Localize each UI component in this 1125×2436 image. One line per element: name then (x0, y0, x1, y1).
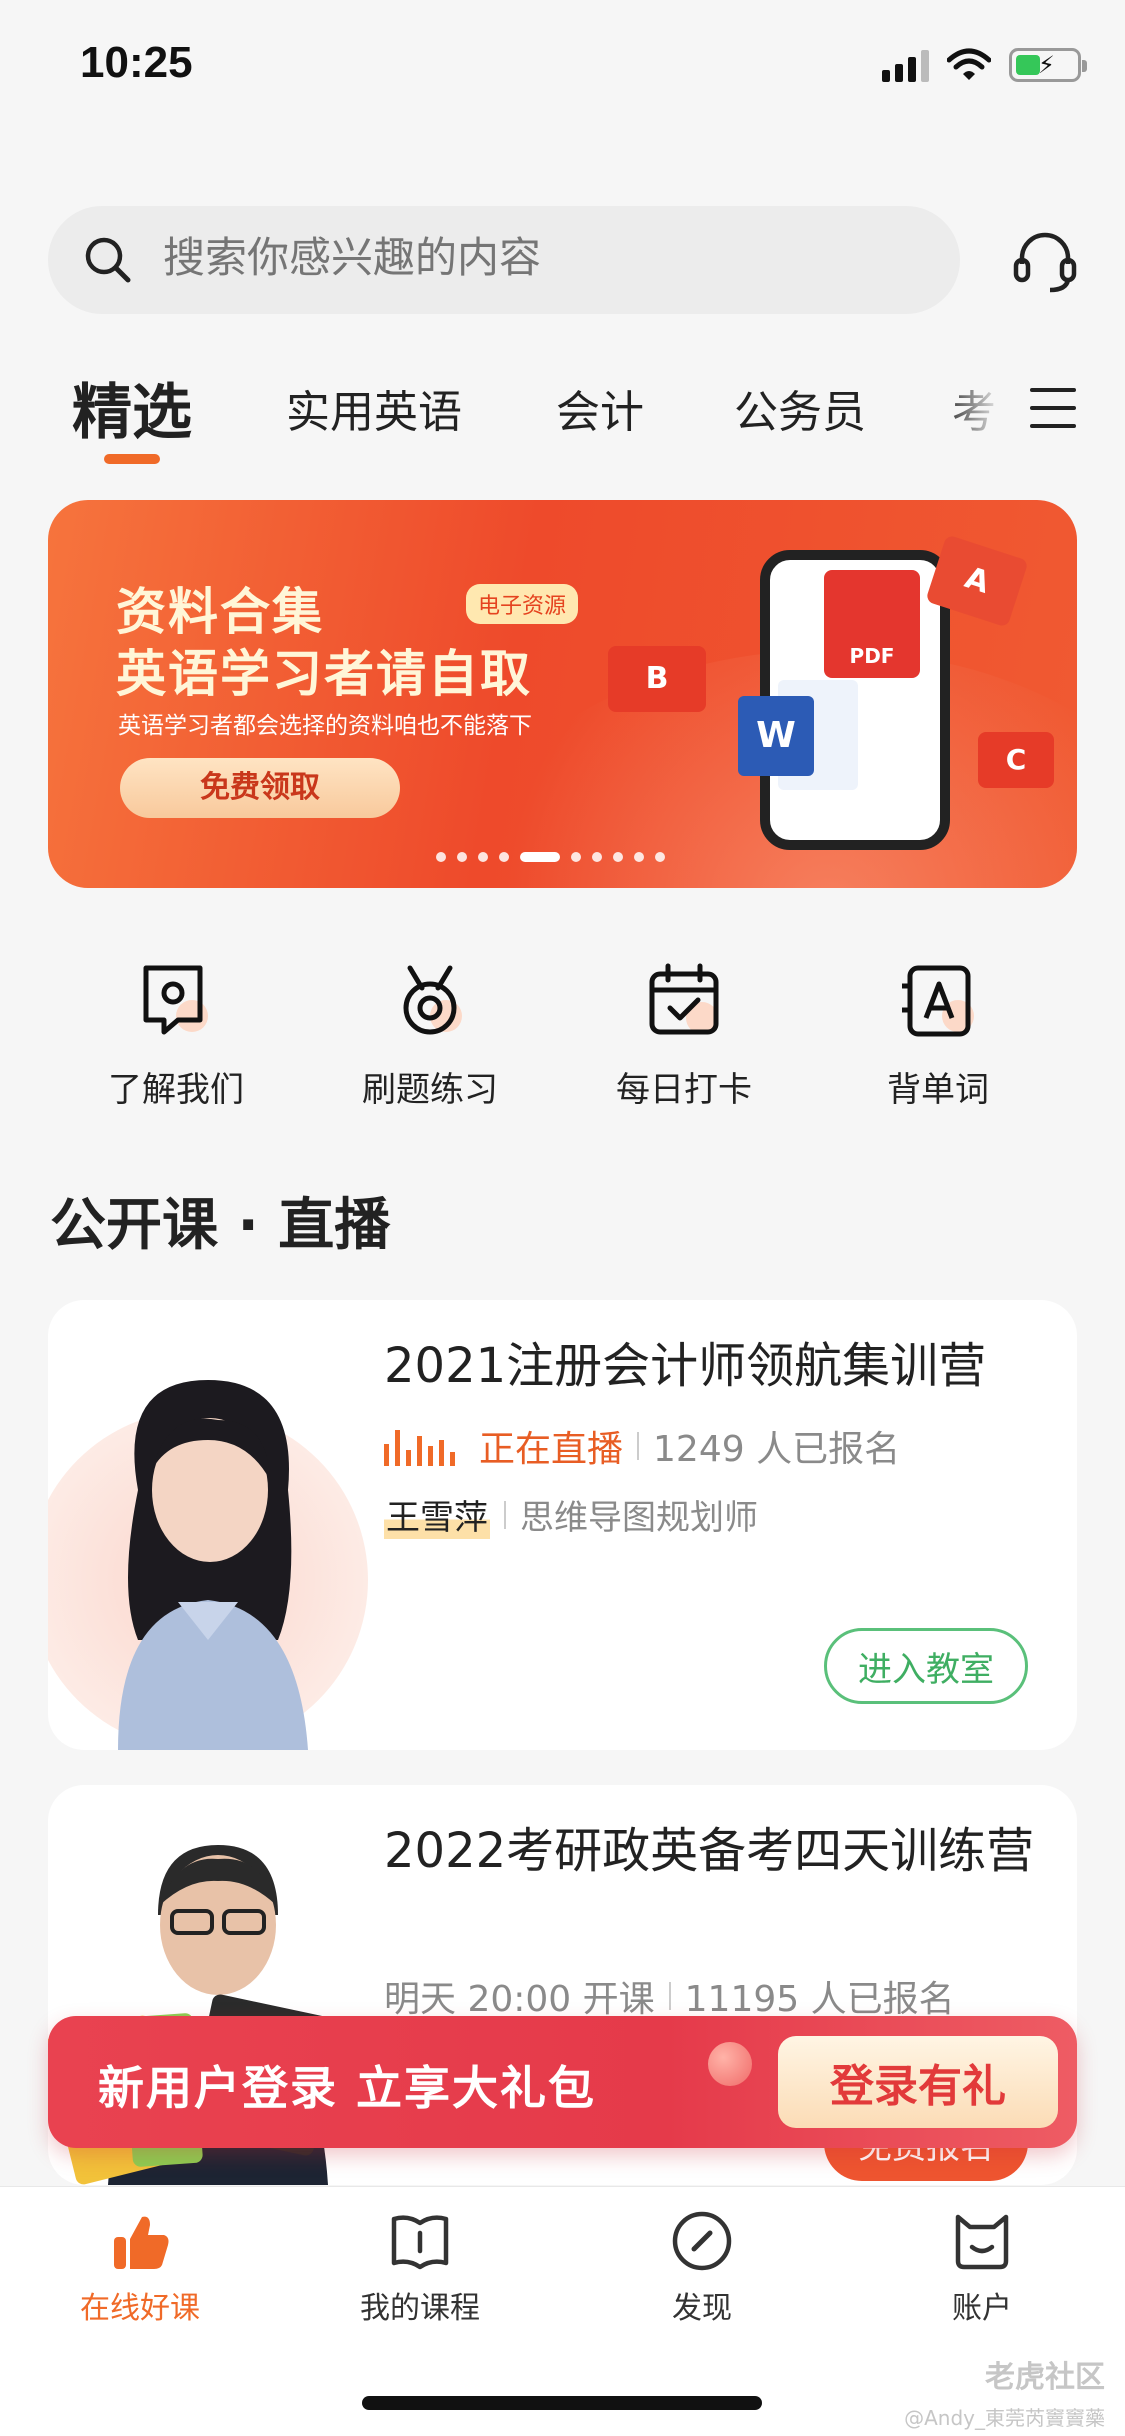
battery-icon: ⚡ (1009, 48, 1087, 82)
banner-claim-button[interactable]: 免费领取 (120, 758, 400, 818)
login-promo-banner[interactable]: 新用户登录 立享大礼包 登录有礼 (48, 2016, 1077, 2148)
enrolled-count: 11195 人已报名 (684, 1979, 955, 2020)
quick-link-label: 刷题练习 (362, 1070, 498, 1110)
section-title: 公开课 · 直播 (50, 1193, 391, 1258)
live-status: 正在直播 (479, 1429, 624, 1470)
quick-link-checkin[interactable]: 每日打卡 (594, 960, 774, 1111)
login-gift-button[interactable]: 登录有礼 (778, 2036, 1058, 2128)
search-bar[interactable] (48, 206, 960, 314)
quick-link-vocabulary[interactable]: 背单词 (848, 960, 1028, 1111)
quick-link-label: 了解我们 (108, 1070, 244, 1110)
compass-icon (672, 2211, 732, 2271)
carousel-dot[interactable] (499, 852, 509, 862)
search-input[interactable] (163, 234, 923, 282)
pdf-icon: PDF (824, 570, 920, 678)
tabbar-account[interactable]: 账户 (882, 2209, 1082, 2327)
quick-link-about[interactable]: 了解我们 (86, 960, 266, 1111)
banner-badge: 电子资源 (466, 584, 579, 624)
tabbar-label: 我的课程 (360, 2291, 480, 2326)
teacher-row: 王雪萍 思维导图规划师 (384, 1490, 758, 1539)
carousel-dot[interactable] (592, 852, 602, 862)
carousel-dot[interactable] (457, 852, 467, 862)
tabbar-my-courses[interactable]: 我的课程 (320, 2209, 520, 2327)
course-card[interactable]: 2021注册会计师领航集训营 正在直播 1249 人已报名 王雪萍 思维导图规划… (48, 1300, 1077, 1750)
carousel-dot[interactable] (655, 852, 665, 862)
promo-bubble-decoration (708, 2042, 752, 2086)
medal-icon (403, 965, 462, 1035)
carousel-dot[interactable] (520, 852, 560, 862)
promo-banner[interactable]: 资料合集 英语学习者请自取 电子资源 英语学习者都会选择的资料咱也不能落下 免费… (48, 500, 1077, 888)
carousel-dot[interactable] (613, 852, 623, 862)
teacher-role: 思维导图规划师 (520, 1498, 758, 1538)
word-icon: W (738, 696, 814, 776)
tabbar-label: 在线好课 (80, 2291, 200, 2326)
carousel-dot[interactable] (478, 852, 488, 862)
enrolled-count: 1249 人已报名 (653, 1429, 901, 1470)
tabbar-discover[interactable]: 发现 (602, 2209, 802, 2327)
carousel-dot[interactable] (436, 852, 446, 862)
quick-link-label: 背单词 (887, 1070, 989, 1110)
watermark-title: 老虎社区 (985, 2360, 1105, 2395)
quick-link-practice[interactable]: 刷题练习 (340, 960, 520, 1111)
tab-featured[interactable]: 精选 (72, 364, 192, 451)
tab-accounting[interactable]: 会计 (556, 376, 644, 440)
status-time: 10:25 (80, 38, 193, 87)
tab-practical-english[interactable]: 实用英语 (286, 376, 462, 440)
menu-icon[interactable] (1030, 388, 1076, 428)
tabbar-online-courses[interactable]: 在线好课 (40, 2209, 240, 2327)
signal-icon (882, 48, 929, 82)
vocabulary-icon (902, 965, 974, 1037)
tab-civil-servant[interactable]: 公务员 (734, 376, 866, 440)
carousel-dots[interactable] (436, 852, 665, 862)
book-icon (391, 2215, 449, 2270)
course-title: 2022考研政英备考四天训练营 (384, 1823, 1035, 1879)
headset-icon[interactable] (1010, 226, 1080, 296)
course-time-row: 明天 20:00 开课 11195 人已报名 (384, 1970, 955, 2022)
calendar-check-icon (649, 963, 719, 1035)
tabbar-label: 发现 (672, 2291, 732, 2326)
live-status-row: 正在直播 1249 人已报名 (384, 1420, 900, 1472)
watermark-user: @Andy_東莞芮竇竇藥 (904, 2406, 1105, 2430)
search-icon (85, 237, 131, 283)
course-time: 明天 20:00 开课 (384, 1979, 655, 2020)
about-us-icon (143, 965, 208, 1035)
course-title: 2021注册会计师领航集训营 (384, 1338, 987, 1394)
account-icon (955, 2214, 1009, 2270)
home-indicator[interactable] (362, 2396, 762, 2410)
wifi-icon (947, 48, 991, 80)
carousel-dot[interactable] (634, 852, 644, 862)
teacher-avatar (118, 1380, 308, 1750)
banner-title-line2: 英语学习者请自取 (116, 645, 532, 703)
status-icons: ⚡ (882, 48, 1087, 82)
thumbs-up-icon (114, 2216, 169, 2269)
banner-subtitle: 英语学习者都会选择的资料咱也不能落下 (118, 713, 532, 739)
tab-fade (940, 360, 1020, 470)
promo-text: 新用户登录 立享大礼包 (98, 2061, 597, 2115)
teacher-name: 王雪萍 (384, 1490, 490, 1539)
tab-active-indicator (104, 454, 160, 464)
letter-b-icon: B (608, 646, 706, 712)
tabbar-label: 账户 (952, 2291, 1012, 2326)
live-bars-icon (384, 1426, 455, 1466)
quick-link-label: 每日打卡 (616, 1070, 752, 1110)
watermark: 老虎社区 @Andy_東莞芮竇竇藥 (904, 2352, 1105, 2431)
enter-classroom-button[interactable]: 进入教室 (824, 1628, 1028, 1704)
status-bar: 10:25 ⚡ (0, 0, 1125, 130)
carousel-dot[interactable] (571, 852, 581, 862)
letter-c-icon: C (978, 732, 1054, 788)
